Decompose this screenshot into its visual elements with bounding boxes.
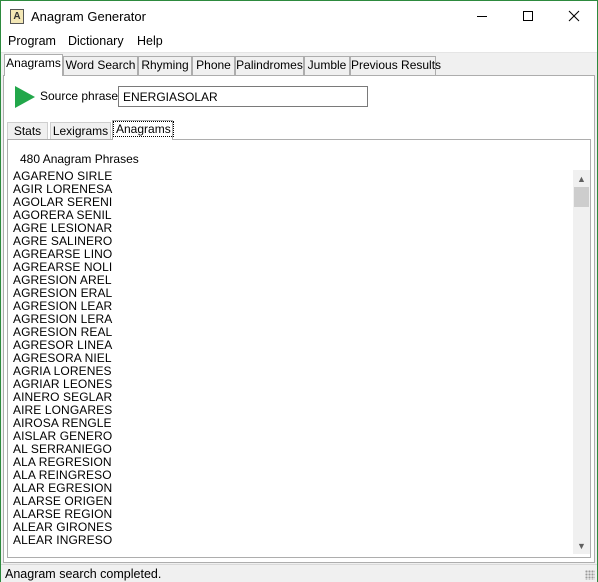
subtab-lexigrams[interactable]: Lexigrams <box>50 122 111 140</box>
window-title: Anagram Generator <box>31 9 146 24</box>
status-text: Anagram search completed. <box>5 567 162 581</box>
menu-help[interactable]: Help <box>137 34 163 48</box>
menu-dictionary[interactable]: Dictionary <box>68 34 124 48</box>
title-bar[interactable]: A Anagram Generator <box>1 1 597 31</box>
app-icon: A <box>10 9 24 24</box>
tab-palindromes[interactable]: Palindromes <box>235 56 304 75</box>
go-play-icon[interactable] <box>14 86 36 108</box>
app-window: A Anagram Generator Program Dictionary H… <box>0 0 598 582</box>
maximize-icon <box>523 11 533 21</box>
maximize-button[interactable] <box>505 1 551 31</box>
result-items: AGARENO SIRLE AGIR LORENESA AGOLAR SERENI A… <box>13 170 573 547</box>
subtab-stats[interactable]: Stats <box>7 122 48 140</box>
minimize-button[interactable] <box>459 1 505 31</box>
tab-word-search[interactable]: Word Search <box>63 56 138 75</box>
resize-grip-icon[interactable] <box>585 570 595 580</box>
source-phrase-label: Source phrase <box>40 89 119 103</box>
anagram-results-panel: 480 Anagram Phrases AGARENO SIRLE AGIR LO… <box>7 139 591 558</box>
vertical-scrollbar[interactable]: ▲ ▼ <box>573 170 590 554</box>
source-phrase-input[interactable] <box>118 86 368 107</box>
tab-phone[interactable]: Phone <box>192 56 235 75</box>
menu-program[interactable]: Program <box>8 34 56 48</box>
status-bar: Anagram search completed. <box>1 564 597 582</box>
scroll-down-arrow-icon[interactable]: ▼ <box>573 537 590 554</box>
scrollbar-thumb[interactable] <box>574 187 589 207</box>
list-item[interactable]: ALEAR INGRESO <box>13 534 573 547</box>
menu-bar: Program Dictionary Help <box>1 31 597 53</box>
subtab-anagrams[interactable]: Anagrams <box>112 120 174 140</box>
tab-jumble[interactable]: Jumble <box>304 56 350 75</box>
scroll-up-arrow-icon[interactable]: ▲ <box>573 170 590 187</box>
minimize-icon <box>477 15 487 17</box>
results-count: 480 Anagram Phrases <box>20 152 139 166</box>
anagram-results-list[interactable]: AGARENO SIRLE AGIR LORENESA AGOLAR SERENI A… <box>10 170 590 554</box>
subtab-anagrams-label: Anagrams <box>113 121 174 137</box>
tab-rhyming[interactable]: Rhyming <box>138 56 192 75</box>
close-icon <box>568 10 580 22</box>
tab-anagrams[interactable]: Anagrams <box>4 54 63 76</box>
tab-previous-results[interactable]: Previous Results <box>350 56 441 75</box>
anagrams-panel: Source phrase Stats Lexigrams Anagrams 4… <box>3 75 595 563</box>
close-button[interactable] <box>551 1 597 31</box>
